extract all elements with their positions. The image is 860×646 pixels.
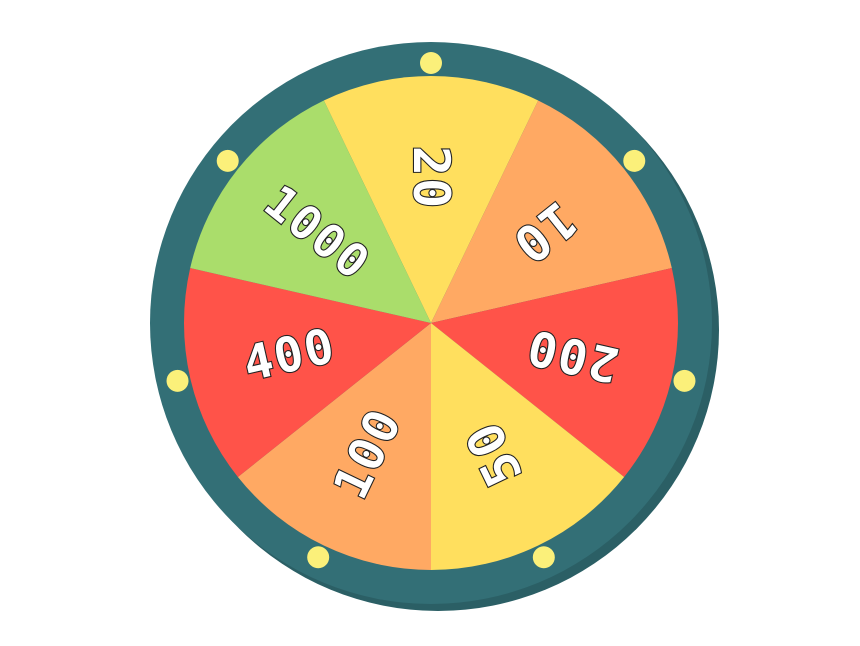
segment-label-20: 20 bbox=[402, 146, 460, 210]
wheel-peg bbox=[420, 52, 442, 74]
wheel-peg bbox=[307, 546, 330, 569]
wheel-game-stage: 20 10 200 50 100 400 1000 bbox=[0, 0, 860, 646]
wheel-peg bbox=[532, 546, 555, 569]
wheel-peg bbox=[166, 369, 189, 392]
wheel-peg bbox=[216, 149, 239, 172]
prize-wheel[interactable]: 2010200501004001000 bbox=[0, 0, 860, 646]
wheel-peg bbox=[673, 369, 696, 392]
wheel-peg bbox=[623, 149, 646, 172]
